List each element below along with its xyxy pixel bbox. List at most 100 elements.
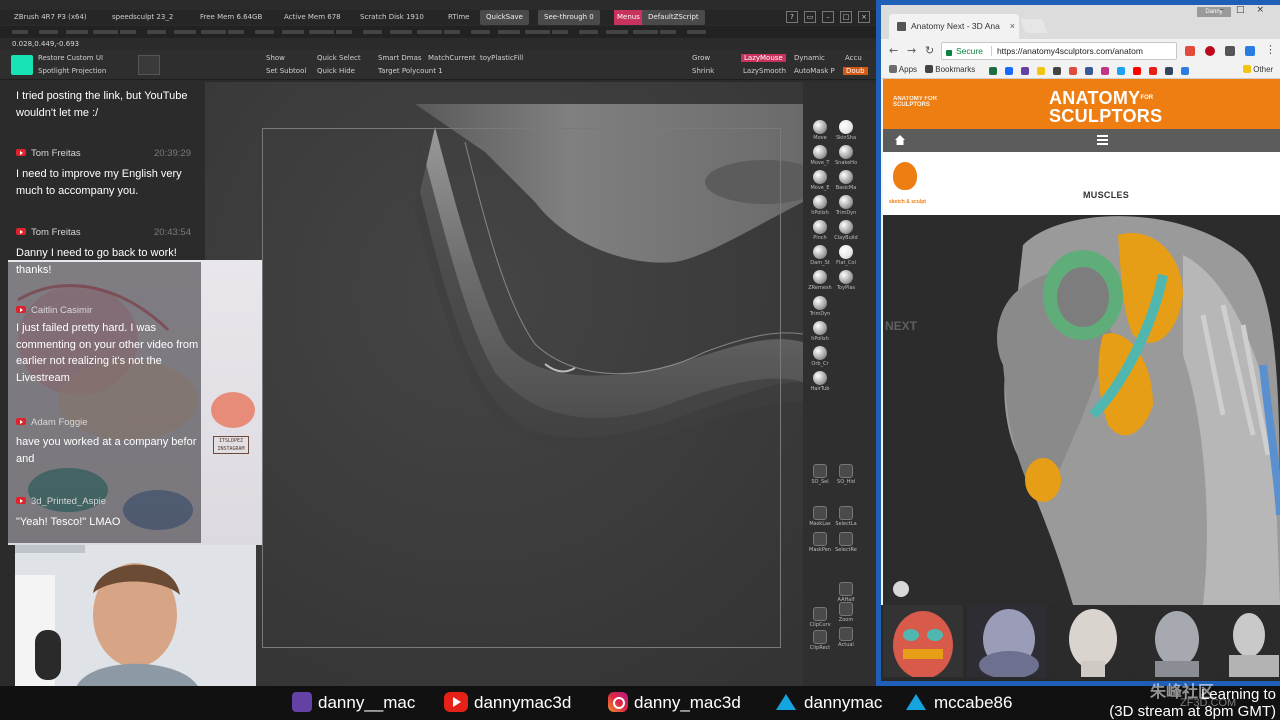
menu-item[interactable] [552, 30, 568, 34]
zbrush-menubar[interactable] [0, 26, 876, 38]
bookmark-facebook-icon[interactable] [1085, 67, 1093, 75]
accu-toggle[interactable]: Accu [845, 54, 862, 62]
bookmark-twitter-icon[interactable] [1117, 67, 1125, 75]
head-silhouette-icon[interactable] [893, 162, 917, 190]
tool-slot[interactable]: Actual [831, 627, 861, 651]
menu-item[interactable] [201, 30, 226, 34]
brush-slot[interactable]: SkinSha [831, 120, 861, 144]
smart-dmas-button[interactable]: Smart Dmas [378, 54, 422, 62]
thumbnail-torso[interactable] [1219, 605, 1280, 677]
bookmark-yellow-icon[interactable] [1037, 67, 1045, 75]
forward-icon[interactable]: → [907, 44, 916, 57]
extension-blue-icon[interactable] [1245, 46, 1255, 56]
tool-thumbnail[interactable] [138, 55, 160, 75]
new-tab-button[interactable] [1020, 19, 1048, 33]
menu-item[interactable] [309, 30, 334, 34]
menu-item[interactable] [687, 30, 706, 34]
bookmark-instagram-icon[interactable] [1101, 67, 1109, 75]
automask-toggle[interactable]: AutoMask P [794, 67, 835, 75]
thumbnail-head-bones[interactable] [1135, 605, 1215, 677]
match-current-button[interactable]: MatchCurrent [428, 54, 476, 62]
menu-item[interactable] [282, 30, 304, 34]
extension-eyedropper-icon[interactable] [1225, 46, 1235, 56]
restore-icon[interactable]: ▭ [804, 11, 816, 23]
home-icon[interactable] [895, 135, 905, 145]
spotlight-projection-button[interactable]: Spotlight Projection [38, 67, 106, 75]
double-toggle[interactable]: Doub [843, 67, 868, 75]
secure-indicator[interactable]: Secure [942, 46, 983, 56]
see-through-slider[interactable]: See-through 0 [538, 10, 600, 25]
bookmark-red-icon[interactable] [1069, 67, 1077, 75]
lazymouse-toggle[interactable]: LazyMouse [741, 54, 786, 62]
tool-slot[interactable]: SO_Hid [831, 464, 861, 488]
menu-item[interactable] [147, 30, 166, 34]
menu-item[interactable] [471, 30, 490, 34]
brush-slot[interactable]: BasicMa [831, 170, 861, 194]
thumbnail-skull[interactable] [967, 605, 1047, 677]
bookmark-other[interactable]: Other [1243, 65, 1273, 74]
bookmark-dark-icon[interactable] [1053, 67, 1061, 75]
menu-dots-icon[interactable]: ⋮ [1265, 43, 1276, 56]
menu-item[interactable] [417, 30, 442, 34]
menu-item[interactable] [39, 30, 58, 34]
menu-item[interactable] [660, 30, 676, 34]
bookmark-twitch-icon[interactable] [1021, 67, 1029, 75]
brush-slot[interactable]: SnakeHo [831, 145, 861, 169]
show-button[interactable]: Show [266, 54, 285, 62]
brush-slot[interactable]: ClayBuild [831, 220, 861, 244]
brush-slot[interactable]: Flat_Col [831, 245, 861, 269]
tool-slot[interactable]: Zoom [831, 602, 861, 626]
site-logo[interactable]: ANATOMYFOR SCULPTORS [1049, 89, 1162, 125]
shrink-button[interactable]: Shrink [692, 67, 714, 75]
site-logo-small[interactable]: ANATOMY FOR SCULPTORS [893, 96, 943, 114]
tab-close-icon[interactable]: × [1010, 14, 1015, 39]
menu-item[interactable] [498, 30, 520, 34]
toy-plastic-fill-button[interactable]: toyPlasticFill [480, 54, 523, 62]
menu-item[interactable] [525, 30, 550, 34]
view-cube-icon[interactable] [893, 581, 909, 597]
dynamic-toggle[interactable]: Dynamic [794, 54, 825, 62]
back-icon[interactable]: ← [889, 44, 898, 57]
tool-slot[interactable]: SelectLa [831, 506, 861, 530]
menu-item[interactable] [93, 30, 118, 34]
menu-item[interactable] [579, 30, 598, 34]
set-subtool-button[interactable]: Set Subtool [266, 67, 306, 75]
menu-item[interactable] [120, 30, 136, 34]
menu-item[interactable] [66, 30, 88, 34]
help-icon[interactable]: ? [786, 11, 798, 23]
bookmark-blue-icon[interactable] [1181, 67, 1189, 75]
brush-slot[interactable]: hPolish [805, 321, 835, 345]
maximize-icon[interactable]: □ [840, 11, 852, 23]
brush-slot[interactable]: Orb_Cr [805, 346, 835, 370]
tab-anatomy-next[interactable]: Anatomy Next - 3D Ana × [889, 14, 1019, 39]
menus-toggle[interactable]: Menus [614, 10, 643, 25]
quick-select-button[interactable]: Quick Select [317, 54, 361, 62]
menu-item[interactable] [633, 30, 658, 34]
brush-slot[interactable]: HairTub [805, 371, 835, 395]
menu-item[interactable] [228, 30, 244, 34]
bookmark-youtube2-icon[interactable] [1149, 67, 1157, 75]
extension-pinterest-icon[interactable] [1205, 46, 1215, 56]
brush-slot[interactable]: TrimDyn [805, 296, 835, 320]
tool-slot[interactable]: SelectRe [831, 532, 861, 556]
bookmark-apps[interactable]: Apps [889, 65, 917, 74]
restore-custom-ui-button[interactable]: Restore Custom UI [38, 54, 103, 62]
thumbnail-head-skin[interactable] [1051, 605, 1131, 677]
grow-button[interactable]: Grow [692, 54, 710, 62]
menu-item[interactable] [363, 30, 382, 34]
menu-item[interactable] [390, 30, 412, 34]
address-bar[interactable]: Secure https://anatomy4sculptors.com/anat… [941, 42, 1177, 60]
minimize-icon[interactable]: – [822, 11, 834, 23]
bookmark-bookmarks[interactable]: Bookmarks [925, 65, 975, 74]
brush-slot[interactable]: TrimDyn [831, 195, 861, 219]
bookmark-behance-icon[interactable] [1005, 67, 1013, 75]
anatomy-3d-viewer[interactable]: NEXT [883, 215, 1280, 605]
close-icon[interactable]: × [858, 11, 870, 23]
menu-item[interactable] [444, 30, 460, 34]
menu-item[interactable] [336, 30, 352, 34]
bookmark-excel-icon[interactable] [989, 67, 997, 75]
color-swatch[interactable] [11, 55, 33, 75]
browser-window-controls[interactable]: –□× [1219, 5, 1276, 15]
menu-item[interactable] [174, 30, 196, 34]
extension-pdf-icon[interactable] [1185, 46, 1195, 56]
